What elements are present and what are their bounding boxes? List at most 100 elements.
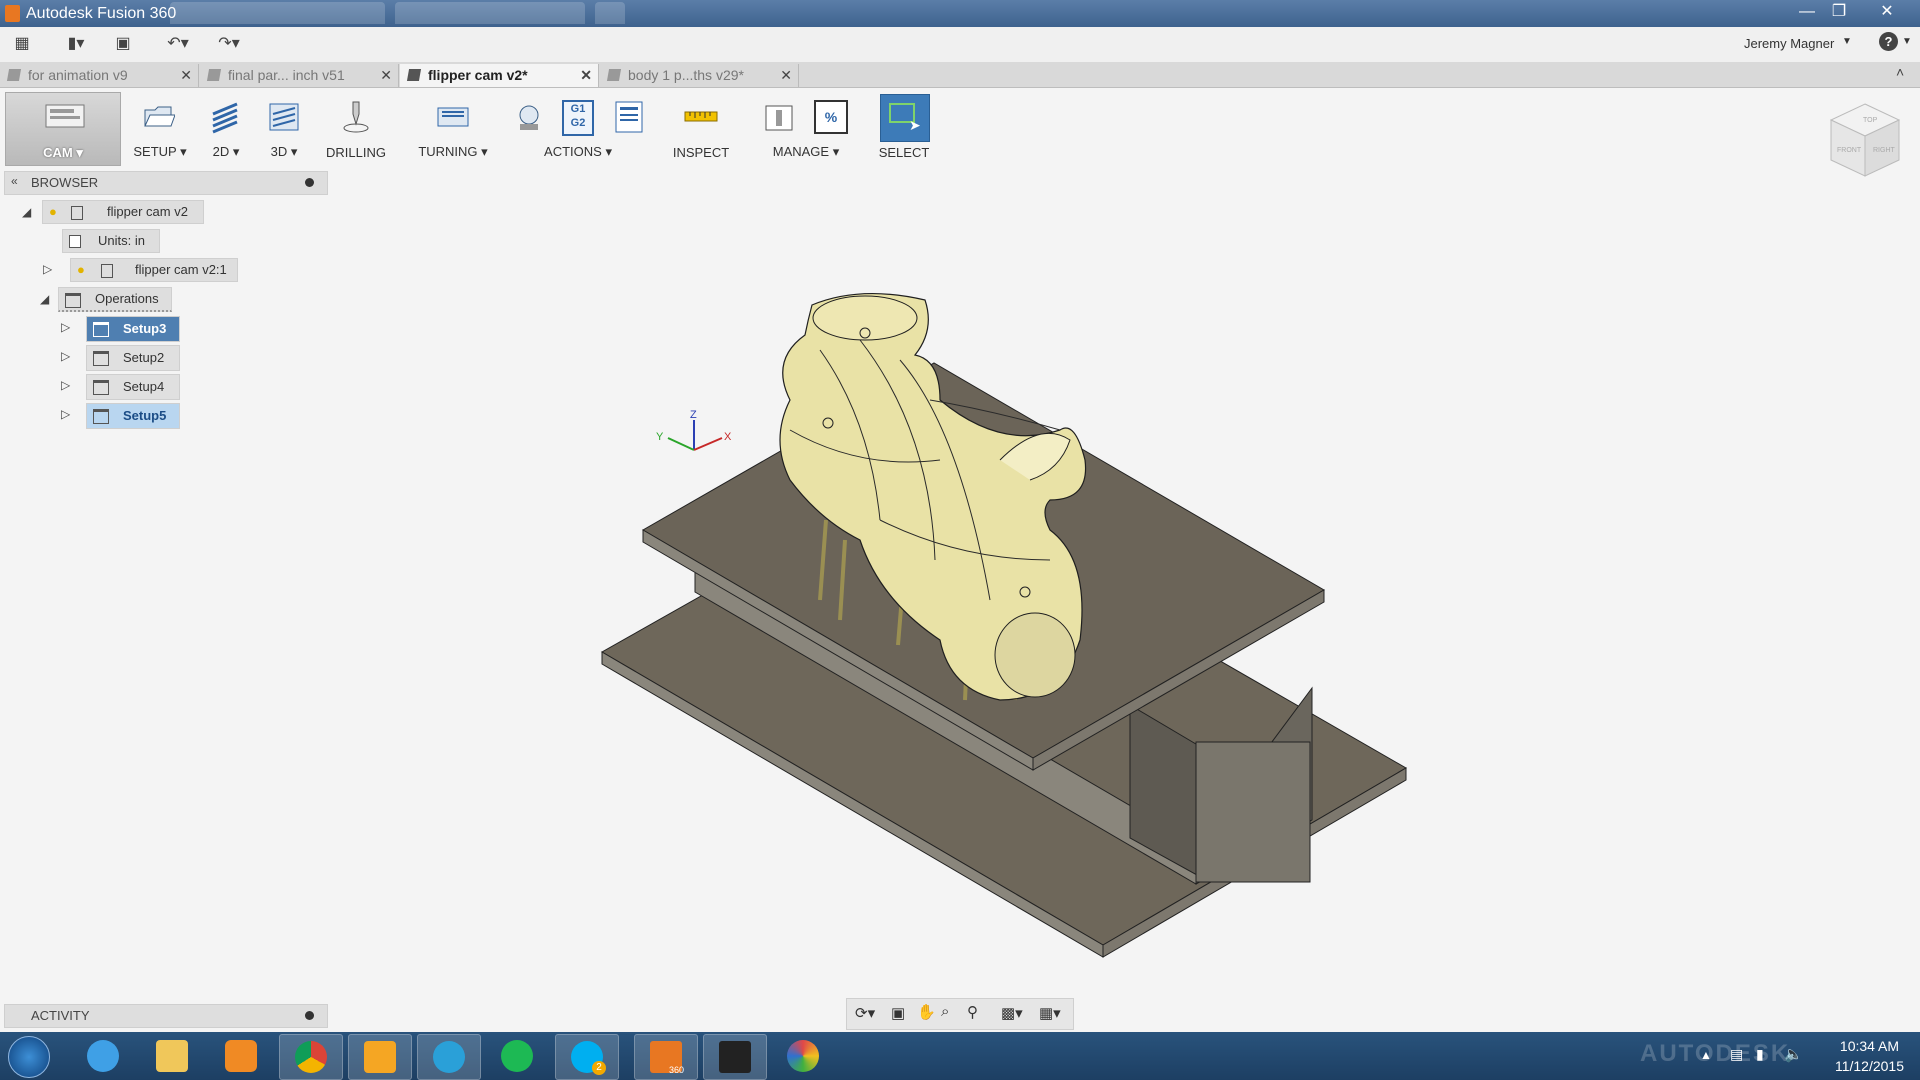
pan-icon[interactable]: ✋ bbox=[917, 1003, 936, 1021]
expand-setup2-triangle[interactable]: ▷ bbox=[61, 349, 70, 363]
viewcube[interactable]: TOP FRONT RIGHT bbox=[1825, 100, 1905, 180]
network-icon[interactable]: ▤ bbox=[1730, 1046, 1743, 1063]
display-settings-icon[interactable]: ▩▾ bbox=[1001, 1004, 1023, 1022]
signal-icon[interactable]: ▮ bbox=[1756, 1046, 1764, 1063]
close-tab-icon[interactable]: ✕ bbox=[180, 64, 192, 87]
internet-explorer-icon[interactable] bbox=[72, 1034, 134, 1078]
skype-for-business-icon[interactable] bbox=[417, 1034, 481, 1080]
collapse-tabs-icon[interactable]: ˄ bbox=[1896, 64, 1904, 80]
close-tab-icon[interactable]: ✕ bbox=[580, 64, 592, 87]
pin-icon[interactable] bbox=[305, 1011, 314, 1020]
expand-setup5-triangle[interactable]: ▷ bbox=[61, 407, 70, 421]
drill-icon bbox=[343, 101, 369, 133]
look-at-icon[interactable]: ▣ bbox=[891, 1004, 905, 1022]
setup2-node[interactable]: Setup2 bbox=[86, 345, 180, 371]
visibility-bulb-icon[interactable]: ● bbox=[77, 259, 85, 281]
units-node[interactable]: Units: in bbox=[62, 229, 160, 253]
pin-icon[interactable] bbox=[305, 178, 314, 187]
windows-start-icon[interactable] bbox=[8, 1036, 50, 1078]
volume-icon[interactable]: 🔈 bbox=[1784, 1045, 1803, 1063]
skype-icon[interactable]: 2 bbox=[555, 1034, 619, 1080]
inkscape-app-icon[interactable] bbox=[703, 1034, 767, 1080]
restore-icon[interactable]: ❐ bbox=[1822, 0, 1856, 24]
chrome-icon[interactable] bbox=[279, 1034, 343, 1080]
tab-flipper-cam[interactable]: flipper cam v2* ✕ bbox=[400, 64, 599, 87]
tab-label: for animation v9 bbox=[28, 67, 128, 83]
2d-group[interactable]: 2D ▾ bbox=[200, 88, 252, 166]
media-player-icon[interactable] bbox=[210, 1034, 272, 1078]
setup3-node[interactable]: Setup3 bbox=[86, 316, 180, 342]
data-panel-grid-icon[interactable]: ▦ bbox=[11, 33, 33, 55]
component-label: flipper cam v2:1 bbox=[135, 262, 227, 277]
show-hidden-icons-icon[interactable]: ▲ bbox=[1700, 1048, 1712, 1062]
close-tab-icon[interactable]: ✕ bbox=[380, 64, 392, 87]
inspect-group[interactable]: INSPECT bbox=[660, 88, 742, 166]
root-label: flipper cam v2 bbox=[107, 204, 188, 219]
cam-workspace-icon bbox=[45, 104, 85, 128]
operations-node[interactable]: Operations bbox=[58, 287, 172, 312]
quick-access-bar: ▦ ▮▾ ▣ ↶▾ ↷▾ Jeremy Magner ▼ ? ▼ bbox=[0, 27, 1920, 63]
measure-icon bbox=[684, 111, 718, 122]
setup-folder-icon bbox=[93, 322, 109, 337]
windows-taskbar: 2 360 AUTODESK ▲ ▤ ▮ 🔈 10:34 AM 11/12/20… bbox=[0, 1032, 1920, 1080]
select-group[interactable]: ➤ SELECT bbox=[872, 88, 936, 166]
collapse-browser-icon[interactable]: « bbox=[11, 174, 18, 188]
x-axis-label: X bbox=[724, 431, 732, 443]
tab-for-animation[interactable]: for animation v9 ✕ bbox=[0, 64, 199, 87]
setup5-node[interactable]: Setup5 bbox=[86, 403, 180, 429]
orbit-icon[interactable]: ⟳▾ bbox=[855, 1004, 875, 1022]
operations-label: Operations bbox=[95, 291, 159, 306]
redo-icon[interactable]: ↷▾ bbox=[209, 33, 249, 55]
turning-group[interactable]: TURNING ▾ bbox=[410, 88, 496, 166]
fusion-360-icon[interactable]: 360 bbox=[634, 1034, 698, 1080]
select-tool-icon[interactable]: ➤ bbox=[880, 94, 930, 142]
outlook-icon[interactable] bbox=[348, 1034, 412, 1080]
help-icon[interactable]: ? bbox=[1879, 32, 1898, 51]
navigation-bar: ⟳▾ ▣ ✋ ⌕ ⚲ ▩▾ ▦▾ bbox=[846, 998, 1074, 1030]
inspect-label: INSPECT bbox=[672, 145, 730, 160]
user-name[interactable]: Jeremy Magner bbox=[1744, 36, 1834, 51]
file-explorer-icon[interactable] bbox=[141, 1034, 203, 1078]
user-menu-chevron-icon[interactable]: ▼ bbox=[1842, 36, 1852, 47]
collapse-operations-triangle[interactable]: ◢ bbox=[40, 292, 49, 306]
save-icon[interactable]: ▣ bbox=[112, 33, 134, 55]
component-node[interactable]: ● flipper cam v2:1 bbox=[70, 258, 238, 282]
model-viewport[interactable]: Z Y X bbox=[560, 270, 1460, 970]
setup-group[interactable]: SETUP ▾ bbox=[126, 88, 194, 166]
fit-icon[interactable]: ⚲ bbox=[967, 1003, 978, 1021]
paint-icon[interactable] bbox=[772, 1034, 834, 1078]
help-menu-chevron-icon[interactable]: ▼ bbox=[1902, 36, 1912, 47]
manage-group[interactable]: % MANAGE ▾ bbox=[752, 88, 860, 166]
drilling-group[interactable]: DRILLING bbox=[318, 88, 394, 166]
browser-tab-ghost bbox=[595, 2, 625, 24]
activity-panel[interactable]: ACTIVITY bbox=[4, 1004, 328, 1028]
system-clock[interactable]: 10:34 AM 11/12/2015 bbox=[1835, 1036, 1904, 1076]
close-icon[interactable]: ✕ bbox=[1870, 0, 1904, 24]
undo-icon[interactable]: ↶▾ bbox=[158, 33, 198, 55]
browser-tab-ghost bbox=[395, 2, 585, 24]
setup4-node[interactable]: Setup4 bbox=[86, 374, 180, 400]
3d-group[interactable]: 3D ▾ bbox=[258, 88, 310, 166]
actions-group[interactable]: G1 G2 ACTIONS ▾ bbox=[504, 88, 652, 166]
turning-icon bbox=[437, 107, 469, 127]
workspace-switcher[interactable]: CAM ▾ bbox=[5, 92, 121, 166]
expand-component-triangle[interactable]: ▷ bbox=[43, 262, 52, 276]
setup-folder-icon bbox=[93, 380, 109, 395]
visibility-bulb-icon[interactable]: ● bbox=[49, 201, 57, 223]
root-node[interactable]: ● flipper cam v2 bbox=[42, 200, 204, 224]
grid-settings-icon[interactable]: ▦▾ bbox=[1039, 1004, 1061, 1022]
close-tab-icon[interactable]: ✕ bbox=[780, 64, 792, 87]
tab-body-1[interactable]: body 1 p...ths v29* ✕ bbox=[600, 64, 799, 87]
file-menu-icon[interactable]: ▮▾ bbox=[56, 33, 96, 55]
document-settings-icon bbox=[69, 235, 81, 248]
collapse-root-triangle[interactable]: ◢ bbox=[22, 205, 31, 219]
actions-label: ACTIONS bbox=[544, 144, 602, 159]
zoom-icon[interactable]: ⌕ bbox=[941, 1003, 949, 1020]
setup-label: Setup2 bbox=[123, 350, 165, 365]
minimize-icon[interactable]: — bbox=[1790, 0, 1824, 24]
spotify-icon[interactable] bbox=[486, 1034, 548, 1078]
tab-final-part[interactable]: final par... inch v51 ✕ bbox=[200, 64, 399, 87]
manage-label: MANAGE bbox=[772, 144, 830, 159]
expand-setup3-triangle[interactable]: ▷ bbox=[61, 320, 70, 334]
expand-setup4-triangle[interactable]: ▷ bbox=[61, 378, 70, 392]
